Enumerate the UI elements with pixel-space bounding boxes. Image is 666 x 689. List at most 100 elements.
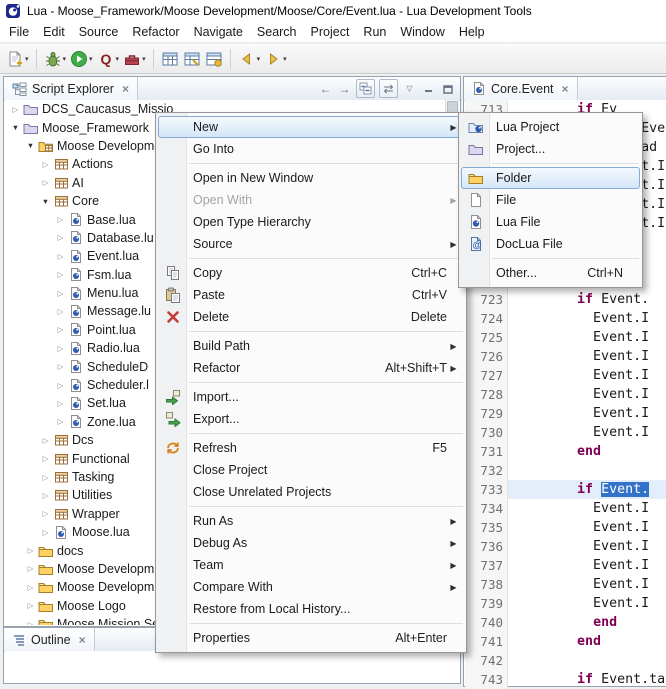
expand-icon[interactable]: ▷ — [54, 307, 67, 316]
maximize-icon[interactable] — [440, 80, 455, 97]
menu-item-open-type-hierarchy[interactable]: Open Type Hierarchy — [158, 211, 464, 233]
menu-item-compare-with[interactable]: Compare With▶ — [158, 576, 464, 598]
run-button[interactable]: ▾ — [68, 45, 95, 73]
tab-core-event[interactable]: Core.Event × — [464, 77, 578, 100]
menu-item-build-path[interactable]: Build Path▶ — [158, 335, 464, 357]
menu-item-close-project[interactable]: Close Project — [158, 459, 464, 481]
expand-icon[interactable]: ▷ — [39, 178, 52, 187]
menu-item-properties[interactable]: PropertiesAlt+Enter — [158, 627, 464, 649]
back-button[interactable]: ▾ — [236, 45, 263, 73]
debug-button[interactable]: ▾ — [42, 45, 69, 73]
menu-item-copy[interactable]: CopyCtrl+C — [158, 262, 464, 284]
close-icon[interactable]: × — [122, 82, 129, 96]
menu-item-file[interactable]: File — [461, 189, 640, 211]
code-line-729[interactable]: 729 Event.I — [465, 404, 666, 423]
code-line-736[interactable]: 736 Event.I — [465, 537, 666, 556]
table-view-button[interactable] — [159, 45, 181, 73]
tab-script-explorer[interactable]: Script Explorer × — [4, 77, 138, 100]
menu-item-source[interactable]: Source▶ — [158, 233, 464, 255]
expand-icon[interactable]: ▷ — [24, 583, 37, 592]
collapse-icon[interactable]: ▼ — [24, 141, 37, 150]
menu-item-open-with[interactable]: Open With▶ — [158, 189, 464, 211]
menu-source[interactable]: Source — [72, 23, 126, 41]
menu-item-new[interactable]: New▶ — [158, 116, 464, 138]
external-tools-button[interactable]: ▾ — [121, 45, 148, 73]
code-text[interactable] — [508, 651, 666, 670]
code-line-734[interactable]: 734 Event.I — [465, 499, 666, 518]
code-line-725[interactable]: 725 Event.I — [465, 328, 666, 347]
menu-item-refactor[interactable]: RefactorAlt+Shift+T▶ — [158, 357, 464, 379]
dropdown-arrow-icon[interactable]: ▾ — [283, 55, 287, 63]
code-text[interactable]: if Event. — [508, 480, 666, 499]
table-new-button[interactable] — [203, 45, 225, 73]
menu-project[interactable]: Project — [304, 23, 357, 41]
menu-item-export[interactable]: Export... — [158, 408, 464, 430]
tab-outline[interactable]: Outline × — [4, 628, 95, 651]
menu-item-doclua-file[interactable]: @DocLua File — [461, 233, 640, 255]
code-text[interactable]: end — [508, 442, 666, 461]
expand-icon[interactable]: ▷ — [39, 491, 52, 500]
code-line-724[interactable]: 724 Event.I — [465, 309, 666, 328]
expand-icon[interactable]: ▷ — [54, 399, 67, 408]
forward-icon[interactable]: → — [337, 80, 352, 97]
code-line-735[interactable]: 735 Event.I — [465, 518, 666, 537]
dropdown-arrow-icon[interactable]: ▾ — [63, 55, 67, 63]
close-icon[interactable]: × — [562, 82, 569, 96]
expand-icon[interactable]: ▷ — [54, 325, 67, 334]
code-line-741[interactable]: 741 end — [465, 632, 666, 651]
expand-icon[interactable]: ▷ — [39, 454, 52, 463]
code-line-743[interactable]: 743 if Event.ta — [465, 670, 666, 689]
dropdown-arrow-icon[interactable]: ▾ — [116, 55, 120, 63]
menu-item-refresh[interactable]: RefreshF5 — [158, 437, 464, 459]
code-line-739[interactable]: 739 Event.I — [465, 594, 666, 613]
code-text[interactable]: Event.I — [508, 518, 666, 537]
code-text[interactable]: Event.I — [508, 347, 666, 366]
menu-run[interactable]: Run — [356, 23, 393, 41]
back-icon[interactable]: ← — [318, 80, 333, 97]
dropdown-arrow-icon[interactable]: ▾ — [25, 55, 29, 63]
menu-help[interactable]: Help — [452, 23, 492, 41]
dropdown-arrow-icon[interactable]: ▾ — [257, 55, 261, 63]
code-line-727[interactable]: 727 Event.I — [465, 366, 666, 385]
menu-item-paste[interactable]: PasteCtrl+V — [158, 284, 464, 306]
expand-icon[interactable]: ▷ — [24, 546, 37, 555]
code-text[interactable]: Event.I — [508, 575, 666, 594]
code-line-726[interactable]: 726 Event.I — [465, 347, 666, 366]
expand-icon[interactable]: ▷ — [39, 509, 52, 518]
menu-navigate[interactable]: Navigate — [187, 23, 250, 41]
code-line-730[interactable]: 730 Event.I — [465, 423, 666, 442]
expand-icon[interactable]: ▷ — [54, 233, 67, 242]
code-text[interactable]: Event.I — [508, 556, 666, 575]
expand-icon[interactable]: ▷ — [54, 381, 67, 390]
code-line-738[interactable]: 738 Event.I — [465, 575, 666, 594]
code-text[interactable]: if Event. — [508, 290, 666, 309]
collapse-icon[interactable]: ▼ — [39, 197, 52, 206]
menu-item-project[interactable]: Project... — [461, 138, 640, 160]
collapse-icon[interactable]: ▼ — [9, 123, 22, 132]
menu-item-go-into[interactable]: Go Into — [158, 138, 464, 160]
menu-refactor[interactable]: Refactor — [125, 23, 186, 41]
code-text[interactable]: Event.I — [508, 366, 666, 385]
expand-icon[interactable]: ▷ — [54, 215, 67, 224]
link-with-editor-icon[interactable]: ⇄ — [379, 79, 398, 98]
menu-item-import[interactable]: Import... — [158, 386, 464, 408]
code-line-733[interactable]: 733 if Event. — [465, 480, 666, 499]
expand-icon[interactable]: ▷ — [54, 289, 67, 298]
menu-item-other[interactable]: Other...Ctrl+N — [461, 262, 640, 284]
expand-icon[interactable]: ▷ — [24, 564, 37, 573]
new-wizard-button[interactable]: ▾ — [4, 45, 31, 73]
menu-item-folder[interactable]: Folder — [461, 167, 640, 189]
code-line-740[interactable]: 740 end — [465, 613, 666, 632]
code-text[interactable]: Event.I — [508, 499, 666, 518]
expand-icon[interactable]: ▷ — [24, 601, 37, 610]
minimize-icon[interactable] — [421, 80, 436, 97]
code-text[interactable]: Event.I — [508, 423, 666, 442]
code-text[interactable]: Event.I — [508, 537, 666, 556]
expand-icon[interactable]: ▷ — [54, 344, 67, 353]
code-text[interactable]: Event.I — [508, 385, 666, 404]
menu-item-lua-project[interactable]: Lua Project — [461, 116, 640, 138]
view-menu-icon[interactable]: ▽ — [402, 80, 417, 97]
expand-icon[interactable]: ▷ — [9, 105, 22, 114]
code-text[interactable]: Event.I — [508, 309, 666, 328]
expand-icon[interactable]: ▷ — [54, 417, 67, 426]
